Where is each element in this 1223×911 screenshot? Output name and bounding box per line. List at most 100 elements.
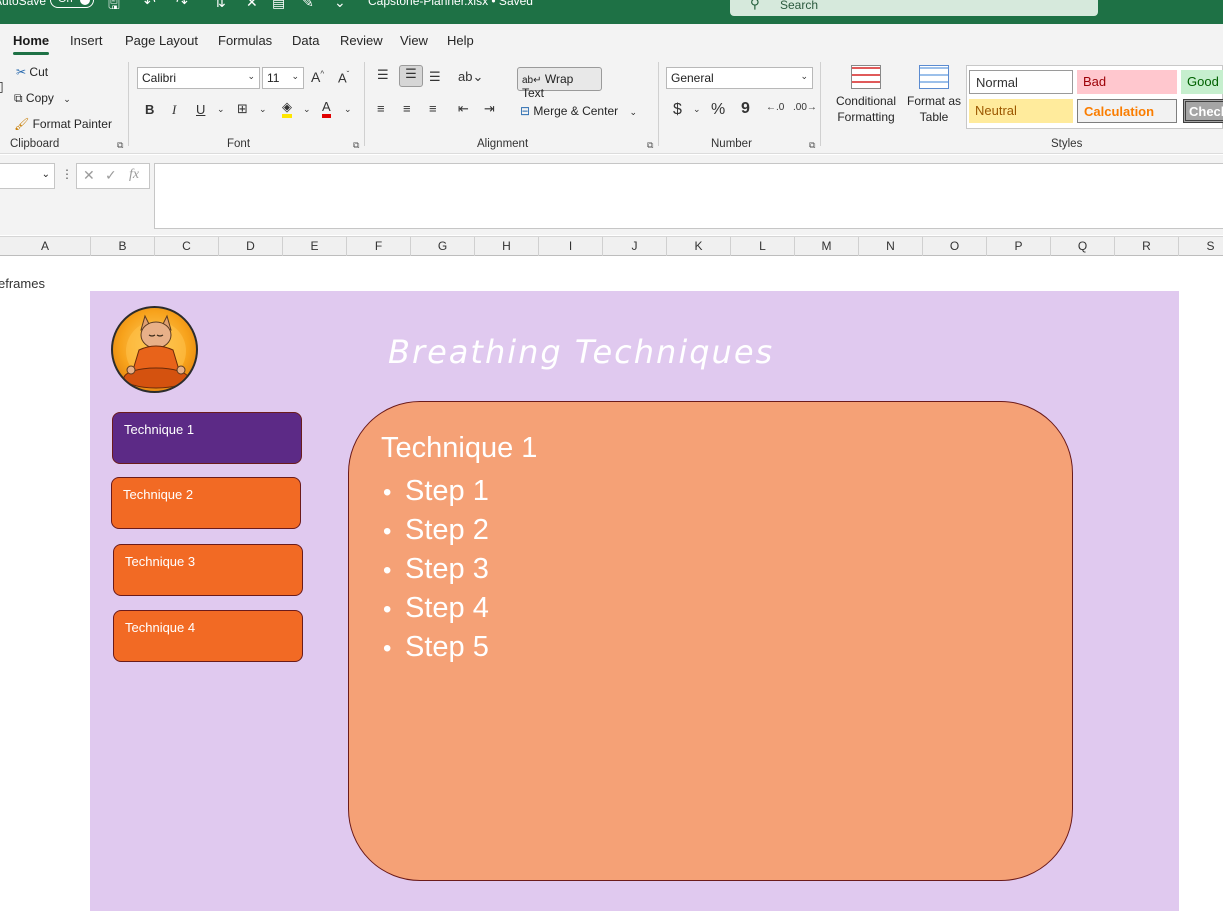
chevron-down-icon[interactable]: ⌄ — [217, 104, 225, 115]
column-header-c[interactable]: C — [155, 237, 219, 256]
format-as-table-button[interactable]: Format as Table — [906, 65, 962, 125]
clear-icon[interactable]: ✕ — [246, 0, 258, 11]
column-header-r[interactable]: R — [1115, 237, 1179, 256]
technique-4-button[interactable]: Technique 4 — [113, 610, 303, 662]
formula-input[interactable] — [154, 163, 1223, 229]
column-header-e[interactable]: E — [283, 237, 347, 256]
save-icon[interactable]: 🖫 — [108, 0, 120, 18]
column-header-a[interactable]: A — [0, 237, 91, 256]
redo-icon[interactable]: ↷ — [176, 0, 188, 11]
tab-review[interactable]: Review — [340, 33, 383, 48]
styles-group-label: Styles — [1051, 138, 1083, 150]
conditional-formatting-button[interactable]: Conditional Formatting — [828, 65, 904, 125]
decrease-decimal-icon[interactable]: .00→ — [793, 102, 817, 113]
tab-data[interactable]: Data — [292, 33, 319, 48]
more-options-icon[interactable]: ⋮ — [61, 167, 73, 181]
undo-icon[interactable]: ↶ — [144, 0, 156, 11]
column-header-o[interactable]: O — [923, 237, 987, 256]
align-right-icon[interactable]: ≡ — [429, 101, 437, 116]
number-format-select[interactable]: General ⌄ — [666, 67, 813, 89]
underline-button[interactable]: U — [196, 102, 205, 117]
column-header-k[interactable]: K — [667, 237, 731, 256]
enter-icon[interactable]: ✓ — [105, 167, 117, 184]
column-header-j[interactable]: J — [603, 237, 667, 256]
fill-color-icon[interactable]: ◈ — [282, 100, 292, 118]
column-header-g[interactable]: G — [411, 237, 475, 256]
bold-button[interactable]: B — [145, 102, 154, 117]
search-box[interactable]: ⚲ Search — [730, 0, 1098, 16]
column-header-h[interactable]: H — [475, 237, 539, 256]
technique-2-button[interactable]: Technique 2 — [111, 477, 301, 529]
column-header-l[interactable]: L — [731, 237, 795, 256]
align-center-icon[interactable]: ≡ — [403, 101, 411, 116]
merge-center-button[interactable]: ⊟ Merge & Center ⌄ — [520, 104, 637, 118]
form-icon[interactable]: ▤ — [272, 0, 285, 11]
column-header-n[interactable]: N — [859, 237, 923, 256]
align-middle-icon[interactable]: ☰ — [399, 65, 423, 87]
increase-indent-icon[interactable]: ⇥ — [484, 101, 495, 117]
sort-icon[interactable]: ⇅ — [214, 0, 226, 11]
tab-home[interactable]: Home — [13, 33, 50, 55]
column-header-q[interactable]: Q — [1051, 237, 1115, 256]
style-bad[interactable]: Bad — [1077, 70, 1177, 94]
column-header-m[interactable]: M — [795, 237, 859, 256]
tab-help[interactable]: Help — [447, 33, 474, 48]
customize-toolbar-icon[interactable]: ⌄ — [334, 0, 346, 11]
format-painter-button[interactable]: 🖌 Format Painter — [14, 117, 112, 131]
italic-button[interactable]: I — [172, 102, 176, 118]
technique-3-button[interactable]: Technique 3 — [113, 544, 303, 596]
style-check[interactable]: Check — [1183, 99, 1223, 123]
currency-button[interactable]: $ — [673, 101, 682, 119]
cancel-icon[interactable]: ✕ — [83, 167, 95, 184]
column-header-s[interactable]: S — [1179, 237, 1223, 256]
technique-1-button[interactable]: Technique 1 — [112, 412, 302, 464]
chevron-down-icon[interactable]: ⌄ — [344, 104, 352, 115]
alignment-launcher-icon[interactable]: ⧉ — [647, 140, 653, 151]
comma-style-button[interactable]: 9 — [741, 100, 750, 118]
column-header-p[interactable]: P — [987, 237, 1051, 256]
borders-icon[interactable]: ⊞ — [237, 101, 248, 117]
autosave-toggle[interactable]: On — [50, 0, 94, 8]
name-box[interactable]: ⌄ — [0, 163, 55, 189]
document-title[interactable]: Capstone-Planner.xlsx • Saved — [368, 0, 533, 8]
cut-button[interactable]: ✂ Cut — [16, 65, 48, 79]
font-launcher-icon[interactable]: ⧉ — [353, 140, 359, 151]
number-launcher-icon[interactable]: ⧉ — [809, 140, 815, 151]
style-normal[interactable]: Normal — [969, 70, 1073, 94]
clipboard-launcher-icon[interactable]: ⧉ — [117, 140, 123, 151]
tab-view[interactable]: View — [400, 33, 428, 48]
paste-icon[interactable]: ▯ — [0, 78, 4, 95]
style-calculation[interactable]: Calculation — [1077, 99, 1177, 123]
chevron-down-icon[interactable]: ⌄ — [693, 104, 701, 115]
font-size-select[interactable]: 11 ⌄ — [262, 67, 304, 89]
percent-button[interactable]: % — [711, 101, 725, 119]
column-header-d[interactable]: D — [219, 237, 283, 256]
align-left-icon[interactable]: ≡ — [377, 101, 385, 116]
orientation-icon[interactable]: ab⌄ — [458, 69, 483, 85]
font-color-icon[interactable]: A — [322, 100, 331, 118]
column-header-b[interactable]: B — [91, 237, 155, 256]
technique-content-box[interactable]: Technique 1 • Step 1 • Step 2 • Step 3 • Ste… — [348, 401, 1073, 881]
style-good[interactable]: Good — [1181, 70, 1223, 94]
cell-a-text[interactable]: eframes — [0, 276, 45, 291]
insert-function-icon[interactable]: fx — [129, 167, 139, 183]
style-neutral[interactable]: Neutral — [969, 99, 1073, 123]
column-header-f[interactable]: F — [347, 237, 411, 256]
draw-icon[interactable]: ✎ — [302, 0, 314, 11]
worksheet[interactable]: eframes Breathing Techniques Technique 1… — [0, 256, 1223, 911]
increase-font-size-icon[interactable]: A^ — [311, 69, 324, 85]
column-header-i[interactable]: I — [539, 237, 603, 256]
tab-page-layout[interactable]: Page Layout — [125, 33, 198, 48]
align-bottom-icon[interactable]: ☰ — [429, 69, 441, 85]
decrease-font-size-icon[interactable]: Aˇ — [338, 70, 349, 85]
chevron-down-icon[interactable]: ⌄ — [303, 104, 311, 115]
copy-button[interactable]: ⧉ Copy ⌄ — [14, 91, 71, 106]
font-name-select[interactable]: Calibri ⌄ — [137, 67, 260, 89]
decrease-indent-icon[interactable]: ⇤ — [458, 101, 469, 117]
align-top-icon[interactable]: ☰ — [377, 67, 389, 83]
tab-insert[interactable]: Insert — [70, 33, 103, 48]
chevron-down-icon[interactable]: ⌄ — [259, 104, 267, 115]
increase-decimal-icon[interactable]: ←.0 — [766, 102, 784, 113]
wrap-text-button[interactable]: ab↵ Wrap Text — [517, 67, 602, 100]
tab-formulas[interactable]: Formulas — [218, 33, 272, 48]
